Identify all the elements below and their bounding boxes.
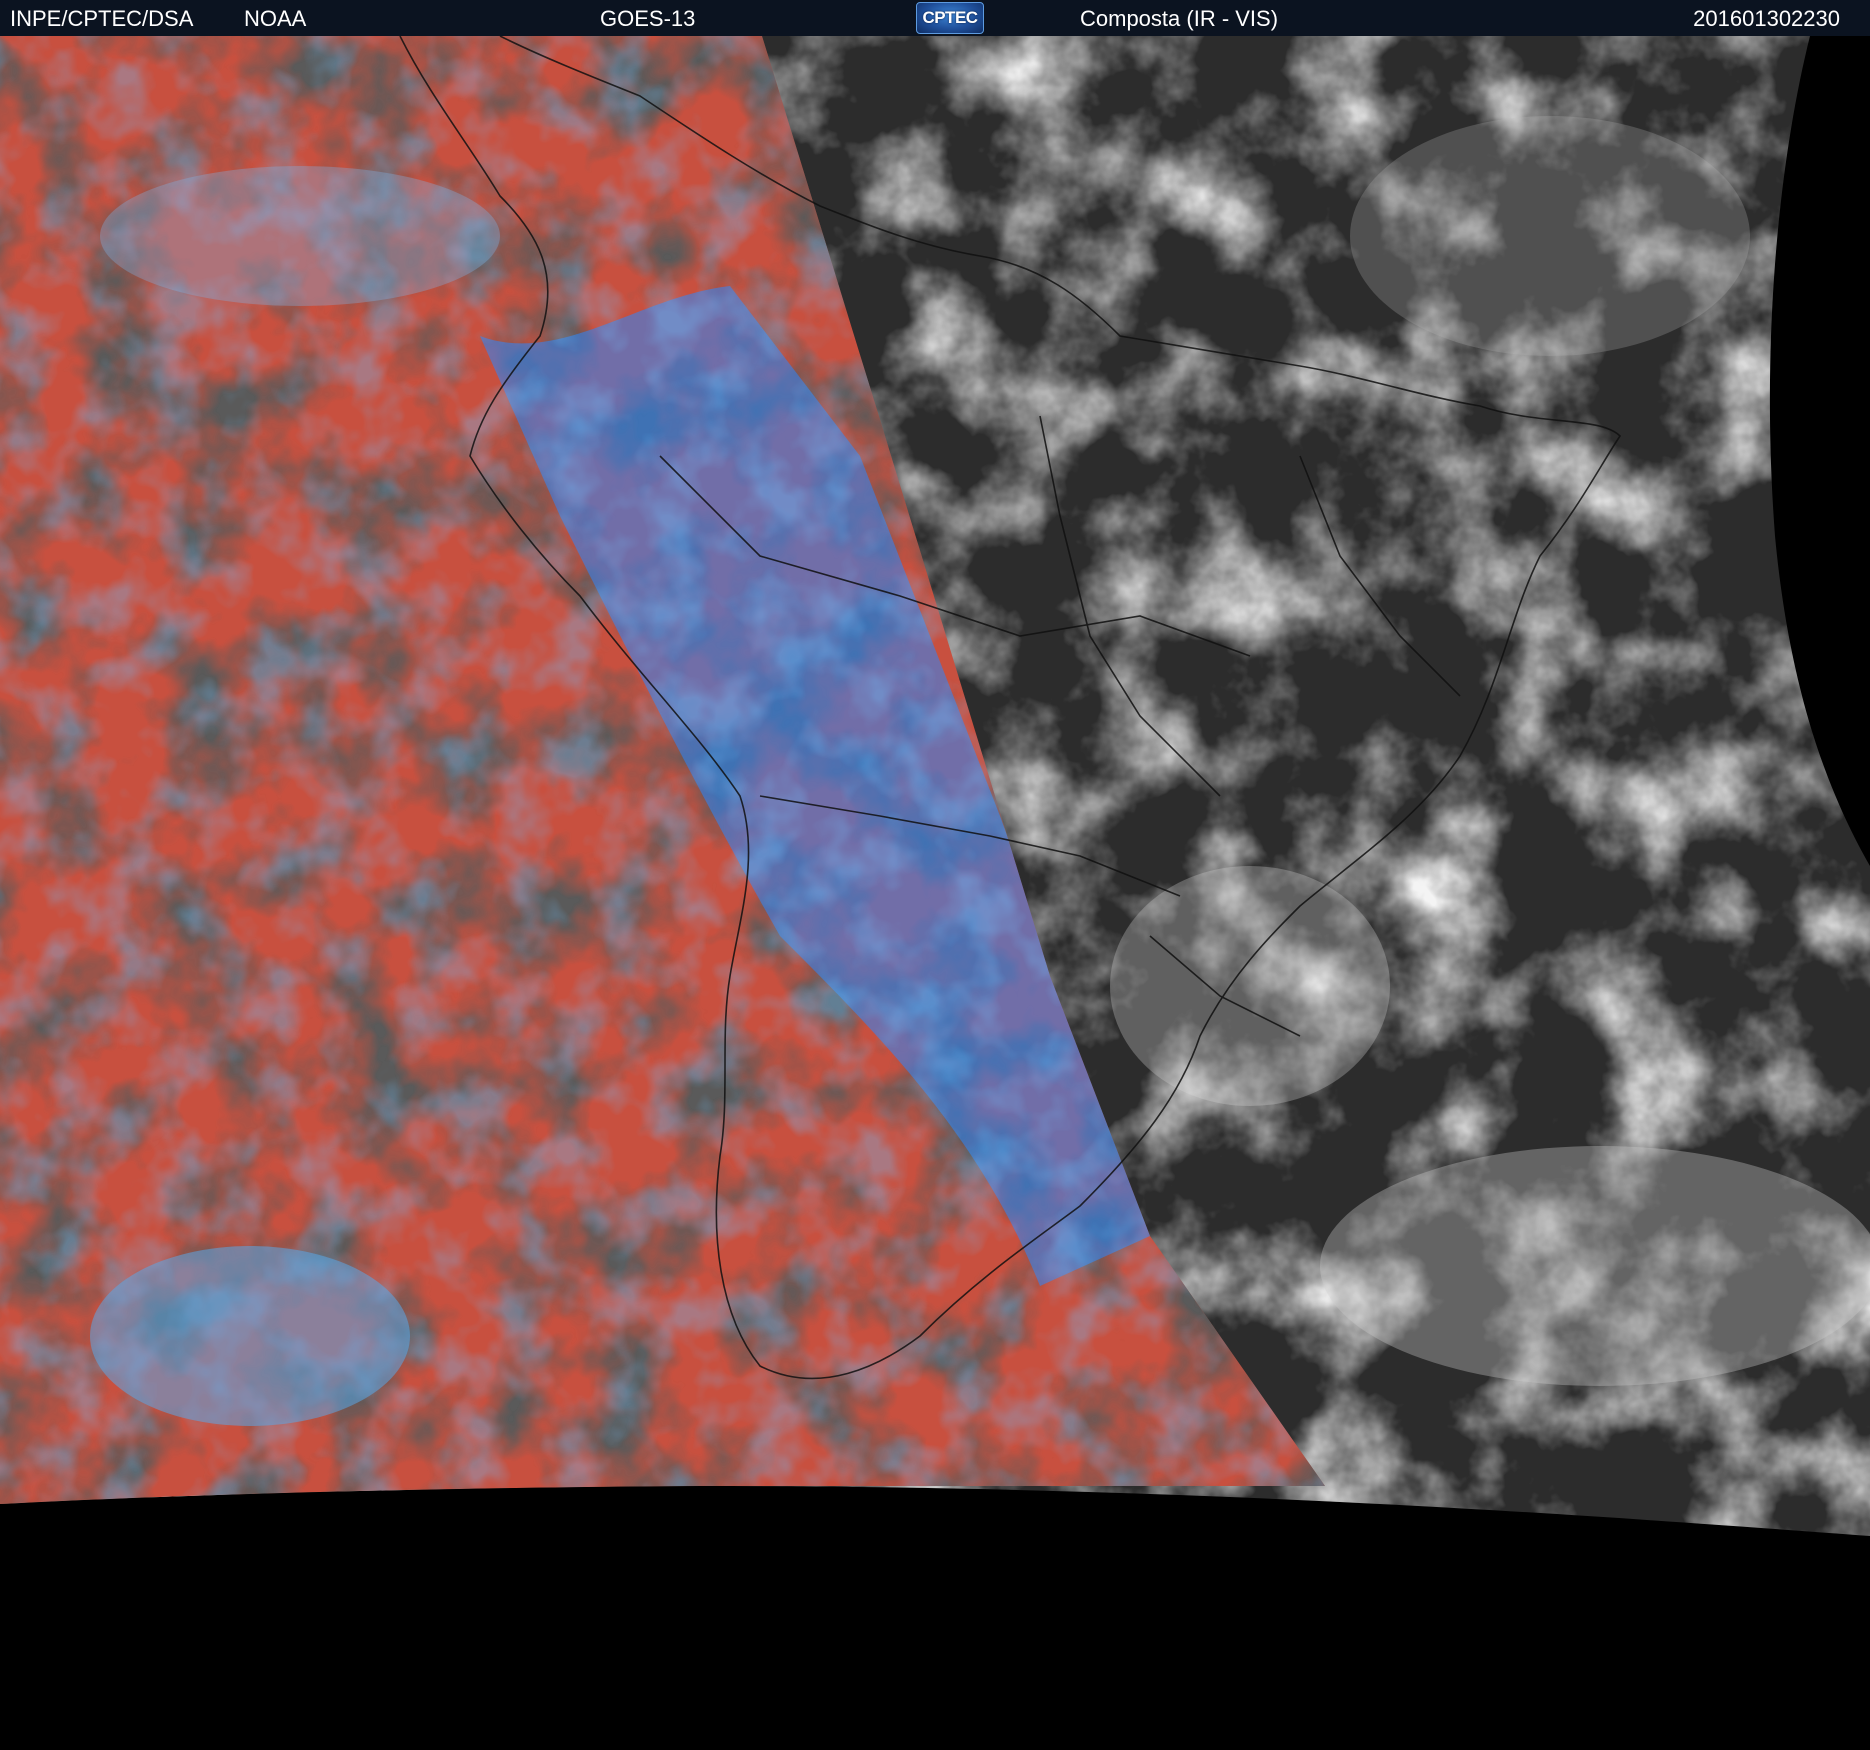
product-label: Composta (IR - VIS) xyxy=(1080,6,1279,31)
cptec-logo: CPTEC xyxy=(916,2,984,34)
timestamp-label: 201601302230 xyxy=(1693,6,1840,31)
source-label: INPE/CPTEC/DSA xyxy=(10,6,194,31)
satellite-label: GOES-13 xyxy=(600,6,696,31)
agency-label: NOAA xyxy=(244,6,307,31)
header-bar: INPE/CPTEC/DSA NOAA GOES-13 CPTEC Compos… xyxy=(0,0,1870,37)
satellite-image xyxy=(0,36,1870,1750)
logo-text: CPTEC xyxy=(922,8,978,27)
